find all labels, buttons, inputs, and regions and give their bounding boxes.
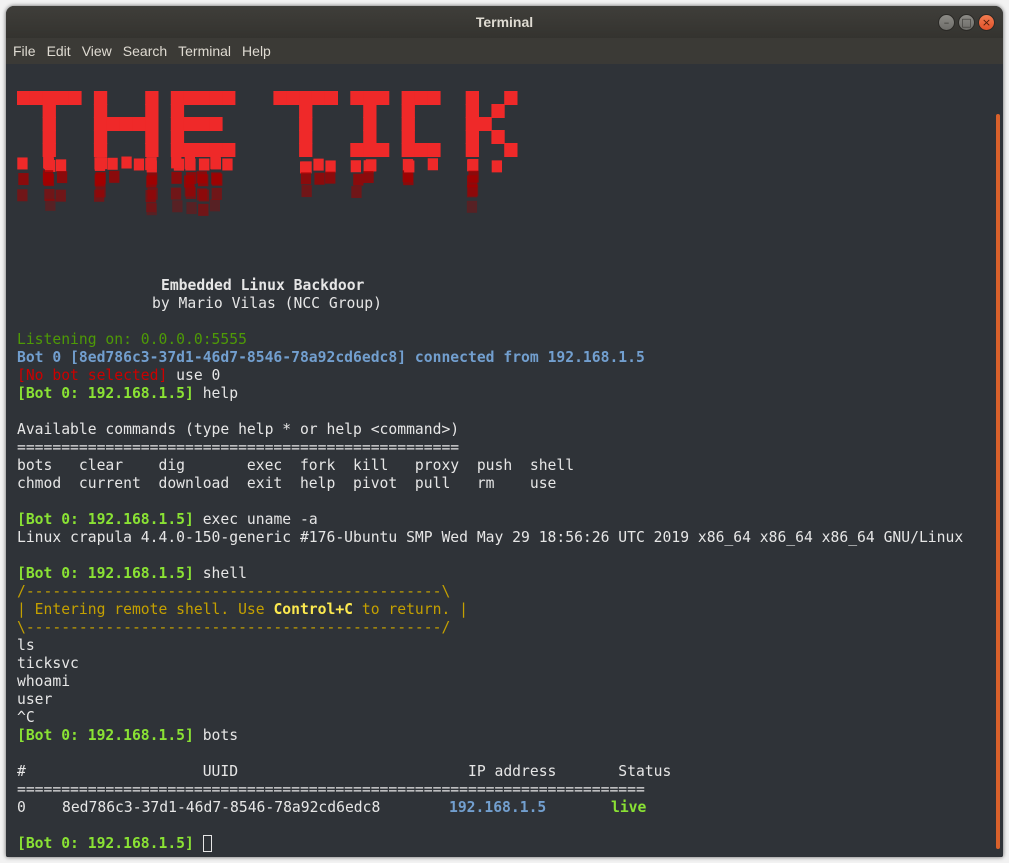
menu-file[interactable]: File bbox=[13, 43, 36, 59]
banner-author: by Mario Vilas (NCC Group) bbox=[152, 295, 382, 312]
title-bar[interactable]: Terminal – □ × bbox=[6, 6, 1003, 38]
minimize-icon: – bbox=[943, 16, 950, 29]
row-index: 0 bbox=[17, 799, 26, 816]
current-prompt-line[interactable]: [Bot 0: 192.168.1.5] bbox=[17, 835, 212, 853]
commands-row-1: bots clear dig exec fork kill proxy push… bbox=[17, 457, 575, 474]
cmd-bots: bots bbox=[193, 727, 239, 744]
bot-prompt: [Bot 0: 192.168.1.5] bbox=[17, 511, 194, 528]
menu-terminal[interactable]: Terminal bbox=[178, 43, 231, 59]
table-row: 0 8ed786c3-37d1-46d7-8546-78a92cd6edc8 192… bbox=[17, 799, 646, 817]
row-status: live bbox=[611, 799, 647, 816]
shell-box-key: Control+C bbox=[273, 601, 354, 618]
bots-table-header: # UUID IP address Status bbox=[17, 763, 672, 780]
commands-row-2: chmod current download exit help pivot p… bbox=[17, 475, 557, 492]
shell-line: ticksvc bbox=[17, 655, 79, 672]
shell-line: ls bbox=[17, 637, 35, 654]
shell-line: ^C bbox=[17, 709, 35, 726]
connect-ip: 192.168.1.5 bbox=[547, 349, 645, 366]
cmd-use: use 0 bbox=[167, 367, 221, 384]
bot-prompt: [Bot 0: 192.168.1.5] bbox=[17, 727, 194, 744]
the-tick-logo bbox=[17, 91, 518, 216]
maximize-icon: □ bbox=[961, 16, 972, 29]
uname-output: Linux crapula 4.4.0-150-generic #176-Ubu… bbox=[17, 529, 964, 546]
maximize-button[interactable]: □ bbox=[958, 14, 975, 31]
connect-text: connected from bbox=[414, 349, 539, 366]
shell-line: whoami bbox=[17, 673, 71, 690]
bot-connect-line: Bot 0 [8ed786c3-37d1-46d7-8546-78a92cd6e… bbox=[17, 349, 645, 367]
minimize-button[interactable]: – bbox=[938, 14, 955, 31]
logo-letters bbox=[17, 91, 518, 157]
scrollbar[interactable] bbox=[996, 114, 1000, 849]
menu-edit[interactable]: Edit bbox=[47, 43, 71, 59]
close-button[interactable]: × bbox=[978, 14, 995, 31]
bot-prompt: [Bot 0: 192.168.1.5] bbox=[17, 385, 194, 402]
window-title: Terminal bbox=[475, 14, 534, 30]
cmd-shell: shell bbox=[193, 565, 247, 582]
bot-id: Bot 0 [8ed786c3-37d1-46d7-8546-78a92cd6e… bbox=[17, 349, 407, 366]
shell-box-top: /---------------------------------------… bbox=[17, 583, 451, 600]
cmd-exec: exec uname -a bbox=[193, 511, 318, 528]
bot-prompt: [Bot 0: 192.168.1.5] bbox=[17, 565, 194, 582]
cmd-line-exec: [Bot 0: 192.168.1.5] exec uname -a bbox=[17, 511, 318, 529]
shell-line: user bbox=[17, 691, 53, 708]
available-commands-heading: Available commands (type help * or help … bbox=[17, 421, 460, 438]
bot-prompt: [Bot 0: 192.168.1.5] bbox=[17, 835, 194, 852]
row-uuid: 8ed786c3-37d1-46d7-8546-78a92cd6edc8 bbox=[62, 799, 381, 816]
shell-box-text-a: | Entering remote shell. Use bbox=[17, 601, 274, 618]
cmd-line-use: [No bot selected] use 0 bbox=[17, 367, 220, 385]
cmd-line-shell: [Bot 0: 192.168.1.5] shell bbox=[17, 565, 247, 583]
bots-table-separator: ========================================… bbox=[17, 781, 645, 798]
shell-box-message: | Entering remote shell. Use Control+C t… bbox=[17, 601, 468, 619]
cmd-help: help bbox=[193, 385, 239, 402]
logo-drip bbox=[17, 156, 502, 216]
terminal-area[interactable]: Embedded Linux Backdoor by Mario Vilas (… bbox=[6, 64, 1003, 857]
cmd-line-help: [Bot 0: 192.168.1.5] help bbox=[17, 385, 238, 403]
cmd-line-bots: [Bot 0: 192.168.1.5] bots bbox=[17, 727, 238, 745]
menu-search[interactable]: Search bbox=[123, 43, 167, 59]
menu-bar: File Edit View Search Terminal Help bbox=[6, 38, 1003, 64]
listening-line: Listening on: 0.0.0.0:5555 bbox=[17, 331, 247, 348]
menu-help[interactable]: Help bbox=[242, 43, 271, 59]
help-separator: ========================================… bbox=[17, 439, 460, 456]
terminal-window: Terminal – □ × File Edit View Search Ter… bbox=[6, 6, 1003, 857]
row-ip: 192.168.1.5 bbox=[449, 799, 547, 816]
shell-box-bottom: \---------------------------------------… bbox=[17, 619, 451, 636]
text-cursor[interactable] bbox=[202, 835, 212, 852]
no-bot-prompt: [No bot selected] bbox=[17, 367, 168, 384]
shell-box-text-b: to return. | bbox=[353, 601, 468, 618]
banner-subtitle: Embedded Linux Backdoor bbox=[161, 277, 365, 294]
window-controls: – □ × bbox=[938, 14, 995, 31]
menu-view[interactable]: View bbox=[82, 43, 112, 59]
close-icon: × bbox=[981, 16, 992, 29]
